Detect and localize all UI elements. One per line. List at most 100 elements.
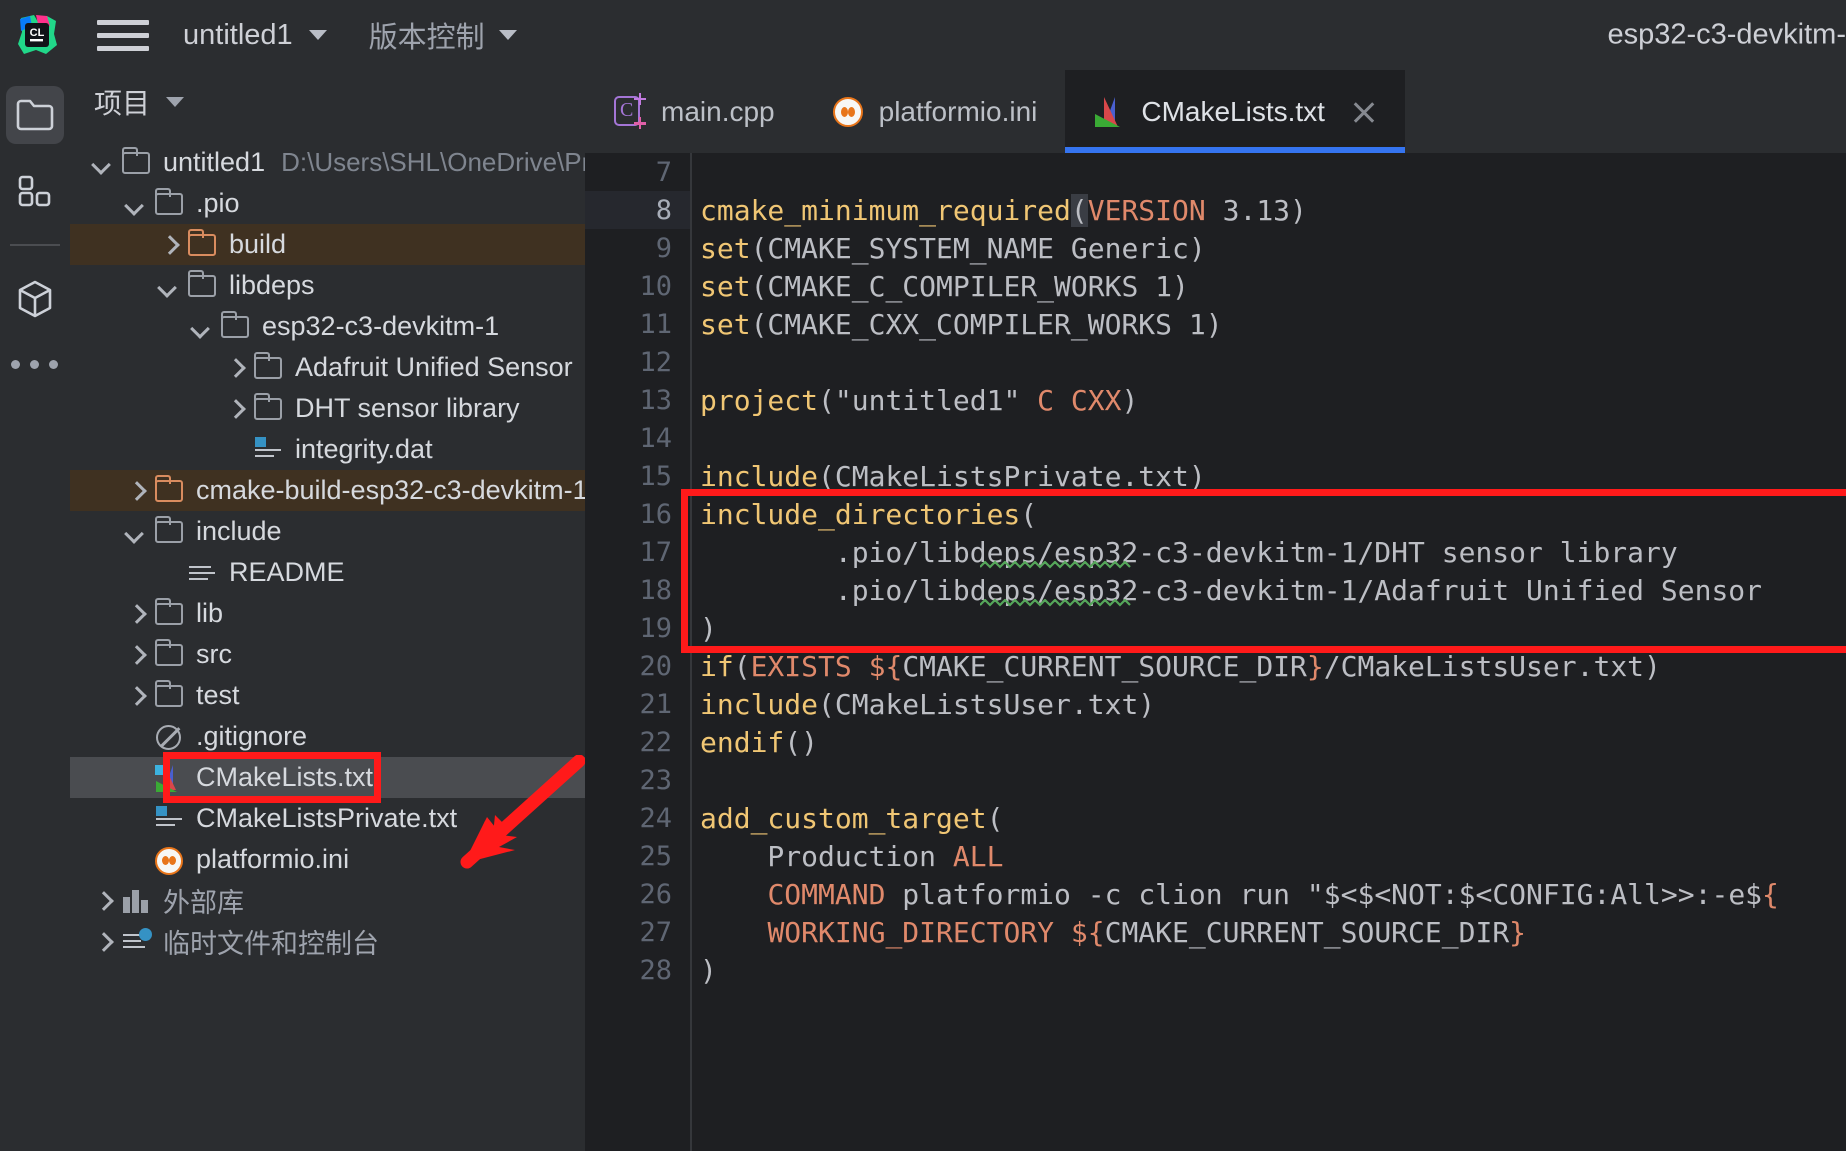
line-number: 13	[639, 384, 672, 416]
chevron-down-icon[interactable]	[158, 275, 180, 297]
chevron-right-icon[interactable]	[92, 890, 114, 912]
chevron-right-icon[interactable]	[125, 685, 147, 707]
close-icon[interactable]	[1351, 99, 1377, 125]
line-number: 15	[639, 460, 672, 492]
folder-icon	[187, 269, 216, 297]
line-number: 16	[639, 498, 672, 530]
sidebar-item-project[interactable]	[5, 86, 64, 144]
code-token: project	[700, 383, 819, 417]
chevron-down-icon[interactable]	[92, 152, 114, 174]
tree-item-libdeps[interactable]: libdeps	[70, 265, 585, 306]
tree-item-readme[interactable]: README	[70, 552, 585, 593]
tree-item-build[interactable]: build	[70, 224, 585, 265]
hamburger-line	[97, 45, 149, 51]
cpp-file-icon: C	[613, 93, 647, 129]
tree-item-dht-sensor-library[interactable]: DHT sensor library	[70, 388, 585, 429]
chevron-down-icon[interactable]	[191, 316, 213, 338]
tree-item-src[interactable]: src	[70, 634, 585, 675]
tree-item-test[interactable]: test	[70, 675, 585, 716]
chevron-right-icon[interactable]	[224, 357, 246, 379]
project-panel-header[interactable]: 项目	[70, 70, 585, 134]
cmake-file-icon	[1093, 95, 1127, 129]
code-text: set(CMAKE_C_COMPILER_WORKS 1)	[690, 270, 1189, 303]
run-configuration-selector[interactable]: esp32-c3-devkitm-	[1607, 19, 1846, 52]
code-line: 21 include(CMakeListsUser.txt)	[585, 685, 1846, 723]
chevron-right-icon[interactable]	[158, 234, 180, 256]
chevron-right-icon[interactable]	[92, 931, 114, 953]
tab-platformio-ini[interactable]: platformio.ini	[803, 70, 1066, 153]
tree-item-untitled1[interactable]: untitled1 D:\Users\SHL\OneDrive\Projec	[70, 142, 585, 183]
tree-arrow-placeholder	[158, 562, 180, 584]
code-line: 24 add_custom_target(	[585, 799, 1846, 837]
line-number: 8	[655, 194, 672, 226]
code-lines: 7 8 cmake_minimum_required(VERSION 3.13) 9 s…	[585, 153, 1846, 989]
code-text: WORKING_DIRECTORY ${CMAKE_CURRENT_SOURCE…	[690, 916, 1526, 949]
platformio-icon	[831, 95, 865, 129]
chevron-down-icon	[166, 97, 185, 107]
code-token: }	[1509, 915, 1527, 949]
chevron-down-icon[interactable]	[125, 193, 147, 215]
tree-item-cmake-build-esp32-c3-devkitm-1[interactable]: cmake-build-esp32-c3-devkitm-1	[70, 470, 585, 511]
more-tool-windows-button[interactable]	[11, 360, 58, 369]
scratches-icon	[123, 927, 152, 953]
line-number: 20	[639, 650, 672, 682]
tree-item-icon	[153, 638, 185, 670]
tree-item-lib[interactable]: lib	[70, 593, 585, 634]
tab-main-cpp[interactable]: Cmain.cpp	[585, 70, 803, 153]
project-name-dropdown[interactable]: untitled1	[183, 19, 327, 52]
ellipsis-dot	[11, 360, 20, 369]
code-line: 13 project("untitled1" C CXX)	[585, 381, 1846, 419]
tree-item-esp32-c3-devkitm-1[interactable]: esp32-c3-devkitm-1	[70, 306, 585, 347]
tree-item-cmakelists-txt[interactable]: CMakeLists.txt	[70, 757, 585, 798]
tree-item-[interactable]: 外部库	[70, 880, 585, 921]
code-text: add_custom_target(	[690, 802, 1003, 835]
code-line: 18 .pio/libdeps/esp32-c3-devkitm-1/Adafr…	[585, 571, 1846, 609]
tree-item-[interactable]: 临时文件和控制台	[70, 921, 585, 962]
sidebar-item-structure[interactable]	[6, 162, 64, 220]
code-line: 17 .pio/libdeps/esp32-c3-devkitm-1/DHT s…	[585, 533, 1846, 571]
chevron-down-icon[interactable]	[125, 521, 147, 543]
project-file-tree: untitled1 D:\Users\SHL\OneDrive\Projec .pi…	[70, 134, 585, 962]
folder-icon	[253, 351, 282, 379]
code-text: COMMAND platformio -c clion run "$<$<NOT…	[690, 878, 1778, 911]
tree-item-pio[interactable]: .pio	[70, 183, 585, 224]
code-token: Production	[700, 839, 953, 873]
left-tool-strip	[0, 70, 70, 1151]
line-number: 10	[639, 270, 672, 302]
tree-item-integrity-dat[interactable]: integrity.dat	[70, 429, 585, 470]
tab-cmakelists-txt[interactable]: CMakeLists.txt	[1065, 70, 1405, 153]
tree-item-icon	[120, 886, 152, 916]
external-libraries-icon	[123, 889, 149, 913]
chevron-right-icon[interactable]	[224, 398, 246, 420]
version-control-dropdown[interactable]: 版本控制	[369, 14, 517, 56]
code-token: add_custom_target	[700, 801, 987, 835]
tree-item-label: include	[196, 516, 282, 546]
code-token: endif	[700, 725, 785, 759]
tree-item-adafruit-unified-sensor[interactable]: Adafruit Unified Sensor	[70, 347, 585, 388]
sidebar-item-cmake[interactable]	[6, 270, 64, 328]
tree-item-include[interactable]: include	[70, 511, 585, 552]
tree-item-cmakelistsprivate-txt[interactable]: CMakeListsPrivate.txt	[70, 798, 585, 839]
folder-excluded-icon	[154, 474, 183, 502]
spellcheck-underline	[980, 599, 1156, 608]
tree-item-icon	[153, 474, 185, 506]
main-menu-button[interactable]	[97, 13, 149, 57]
code-token: CMAKE_CURRENT_SOURCE_DIR	[902, 649, 1307, 683]
chevron-right-icon[interactable]	[125, 603, 147, 625]
folder-icon	[154, 597, 183, 625]
tree-item-gitignore[interactable]: .gitignore	[70, 716, 585, 757]
code-token: (CMakeListsUser.txt)	[818, 687, 1156, 721]
tree-item-label: platformio.ini	[196, 844, 350, 874]
tree-item-icon	[252, 392, 284, 424]
code-editor[interactable]: 7 8 cmake_minimum_required(VERSION 3.13) 9 s…	[585, 153, 1846, 1151]
tree-item-icon	[153, 722, 185, 752]
tree-item-platformio-ini[interactable]: platformio.ini	[70, 839, 585, 880]
tree-item-icon	[252, 435, 284, 465]
tree-arrow-placeholder	[125, 726, 147, 748]
chevron-right-icon[interactable]	[125, 480, 147, 502]
code-token: cmake_minimum_required	[700, 193, 1071, 227]
chevron-right-icon[interactable]	[125, 644, 147, 666]
line-number: 14	[639, 422, 672, 454]
